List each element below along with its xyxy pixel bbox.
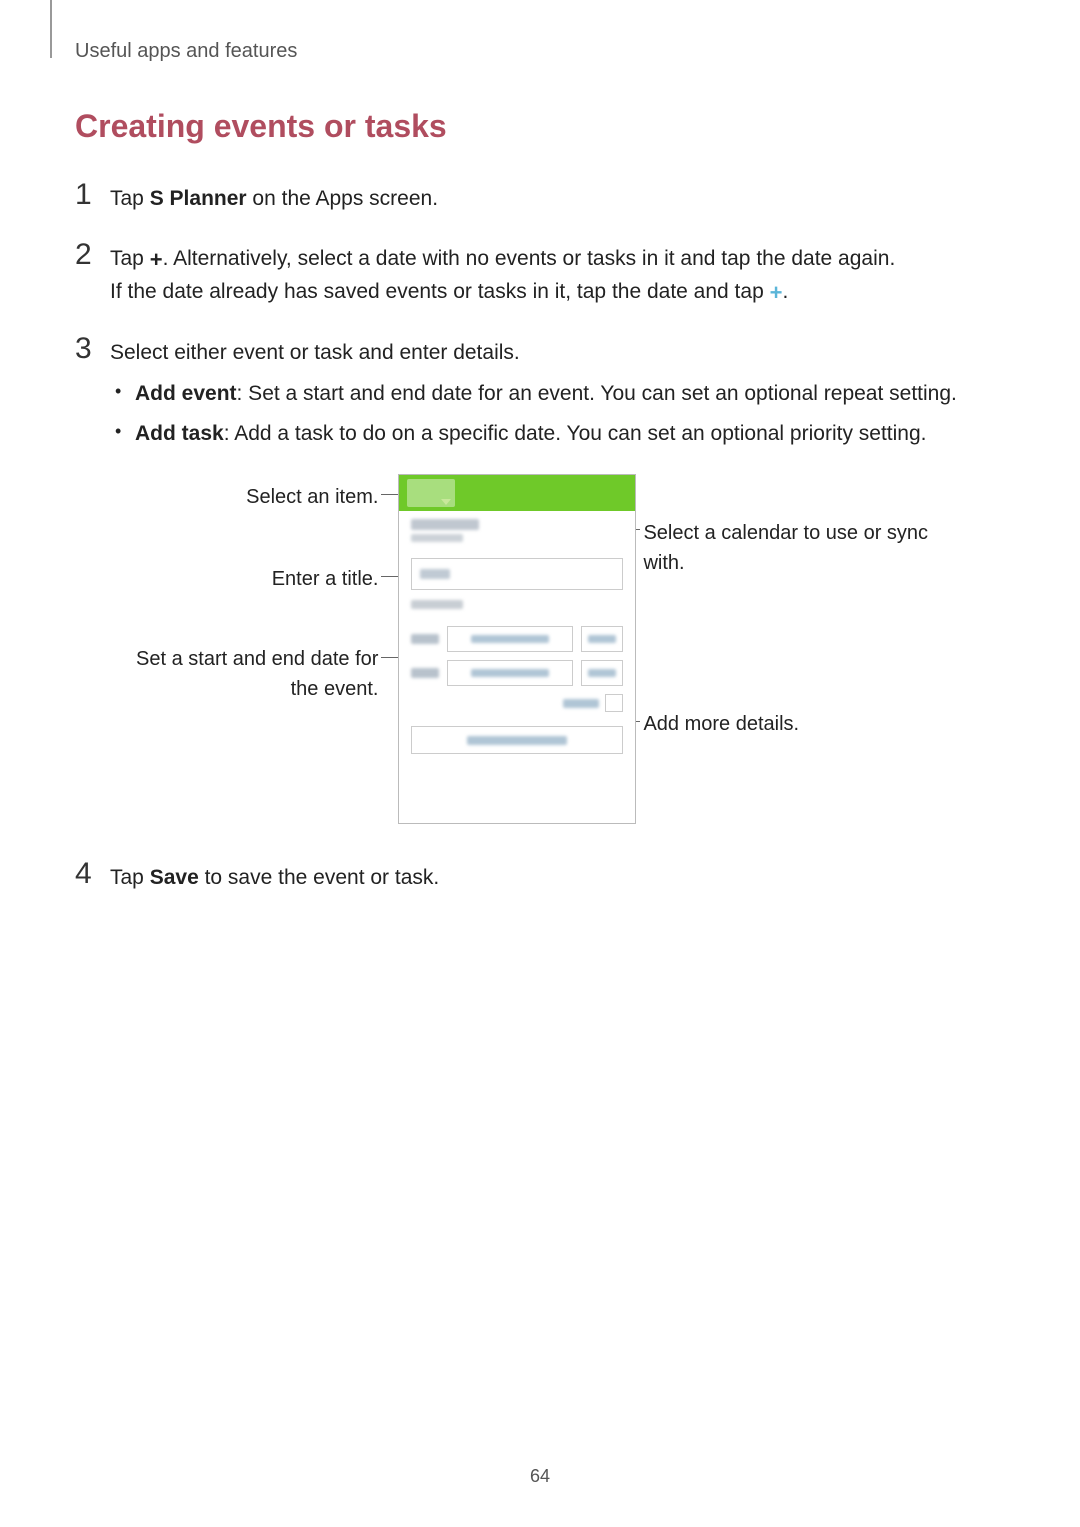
bullet-item: Add event: Set a start and end date for …	[110, 378, 957, 410]
mockup-location-label	[411, 600, 463, 609]
callout-select-item: Select an item.	[118, 482, 378, 512]
mockup-date-end	[399, 656, 635, 690]
mockup-header	[399, 475, 635, 511]
mockup-tab-active	[407, 479, 455, 507]
mockup-tab	[459, 479, 514, 507]
step-4: 4 Tap Save to save the event or task.	[75, 859, 1005, 894]
step-number: 1	[75, 180, 110, 215]
mockup-save	[585, 479, 627, 507]
bullet-item: Add task: Add a task to do on a specific…	[110, 418, 957, 450]
step-number: 3	[75, 334, 110, 860]
step-number: 4	[75, 859, 110, 894]
plus-icon: +	[150, 243, 163, 276]
step-content: Tap Save to save the event or task.	[110, 859, 439, 894]
mockup-date-start	[399, 622, 635, 656]
page-number: 64	[0, 1466, 1080, 1487]
mockup-allday-row	[399, 690, 635, 716]
breadcrumb: Useful apps and features	[75, 40, 1005, 63]
step-content: Select either event or task and enter de…	[110, 334, 957, 860]
step-2: 2 Tap +. Alternatively, select a date wi…	[75, 240, 1005, 309]
callout-set-dates: Set a start and end date for the event.	[118, 644, 378, 704]
mockup-cancel	[536, 479, 581, 507]
mockup-title-field	[411, 558, 623, 590]
mockup-calendar-section	[399, 511, 635, 550]
section-title: Creating events or tasks	[75, 108, 1005, 145]
mockup-more-options	[411, 726, 623, 754]
bullet-list: Add event: Set a start and end date for …	[110, 378, 957, 449]
callout-select-calendar: Select a calendar to use or sync with.	[643, 518, 943, 578]
step-1: 1 Tap S Planner on the Apps screen.	[75, 180, 1005, 215]
step-content: Tap S Planner on the Apps screen.	[110, 180, 438, 215]
diagram: Select an item. Enter a title. Set a sta…	[118, 474, 948, 834]
callout-enter-title: Enter a title.	[118, 564, 378, 594]
steps-list: 1 Tap S Planner on the Apps screen. 2 Ta…	[75, 180, 1005, 894]
step-3: 3 Select either event or task and enter …	[75, 334, 1005, 860]
diagram-container: Select an item. Enter a title. Set a sta…	[110, 474, 957, 834]
step-number: 2	[75, 240, 110, 309]
step-content: Tap +. Alternatively, select a date with…	[110, 240, 895, 309]
plus-icon: +	[770, 276, 783, 309]
phone-mockup	[398, 474, 636, 824]
callout-add-details: Add more details.	[643, 709, 943, 739]
